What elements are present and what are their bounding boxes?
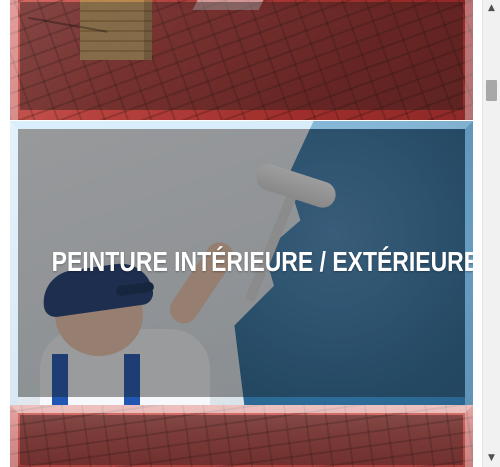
service-card-roofing-bottom[interactable] bbox=[10, 405, 473, 467]
card-overlay bbox=[20, 2, 463, 110]
vertical-scrollbar[interactable]: ▲ ▼ bbox=[482, 0, 500, 467]
service-card-painting[interactable]: PEINTURE INTÉRIEURE / EXTÉRIEURE bbox=[10, 121, 473, 405]
service-card-roofing-top[interactable] bbox=[10, 0, 473, 120]
chevron-down-icon[interactable]: ▼ bbox=[483, 450, 500, 467]
chevron-up-icon[interactable]: ▲ bbox=[483, 0, 500, 17]
card-overlay bbox=[20, 415, 463, 465]
scroll-thumb[interactable] bbox=[486, 80, 497, 101]
service-title: PEINTURE INTÉRIEURE / EXTÉRIEURE bbox=[51, 246, 473, 277]
page: PEINTURE INTÉRIEURE / EXTÉRIEURE ▲ ▼ bbox=[0, 0, 500, 467]
services-grid: PEINTURE INTÉRIEURE / EXTÉRIEURE bbox=[0, 0, 482, 467]
